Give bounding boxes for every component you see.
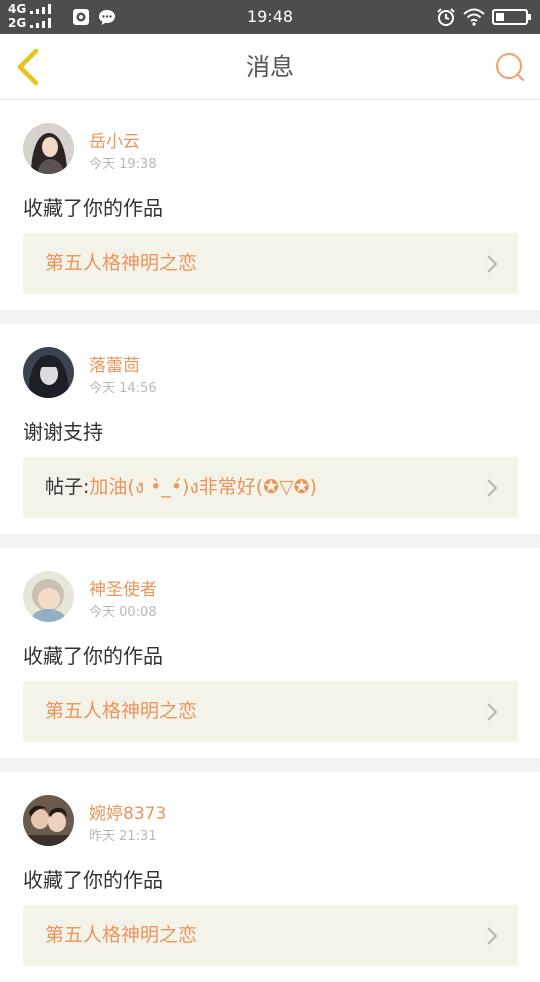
- message-time: 今天 19:38: [89, 157, 157, 172]
- message-action: 收藏了你的作品: [23, 868, 163, 892]
- chevron-right-icon: [487, 927, 498, 945]
- battery-icon: [492, 9, 531, 25]
- app-header: 消息: [0, 34, 540, 100]
- divider: [0, 534, 540, 548]
- search-icon[interactable]: [494, 51, 526, 83]
- message-card: 岳小云 今天 19:38 收藏了你的作品 第五人格神明之恋: [0, 100, 540, 310]
- linked-content[interactable]: 第五人格神明之恋: [23, 905, 518, 966]
- avatar[interactable]: [23, 795, 74, 846]
- linked-content-label: 第五人格神明之恋: [45, 924, 198, 946]
- message-card: 神圣使者 今天 00:08 收藏了你的作品 第五人格神明之恋: [0, 548, 540, 758]
- avatar[interactable]: [23, 347, 74, 398]
- user-name[interactable]: 神圣使者: [89, 575, 157, 600]
- status-time: 19:48: [246, 7, 294, 26]
- alarm-icon: [437, 8, 455, 26]
- linked-content[interactable]: 第五人格神明之恋: [23, 233, 518, 294]
- wifi-icon: [463, 8, 485, 26]
- avatar[interactable]: [23, 123, 74, 174]
- message-time: 今天 00:08: [89, 605, 157, 620]
- avatar[interactable]: [23, 571, 74, 622]
- message-time: 今天 14:56: [89, 381, 157, 396]
- chevron-right-icon: [487, 479, 498, 497]
- linked-content-label: 第五人格神明之恋: [45, 700, 198, 722]
- page-title: 消息: [246, 53, 294, 81]
- message-time: 昨天 21:31: [89, 829, 157, 844]
- message-action: 收藏了你的作品: [23, 644, 163, 668]
- message-action: 谢谢支持: [23, 420, 103, 444]
- linked-content-label: 第五人格神明之恋: [45, 252, 198, 274]
- divider: [0, 758, 540, 772]
- message-card: 落蕾茴 今天 14:56 谢谢支持 帖子:加油(ง •̀_•́)ง非常好(✪▽✪…: [0, 324, 540, 534]
- chevron-right-icon: [487, 255, 498, 273]
- user-name[interactable]: 婉婷8373: [89, 799, 166, 824]
- status-bar: 4G 2G 19:48: [0, 0, 540, 34]
- user-name[interactable]: 落蕾茴: [89, 351, 140, 376]
- linked-content[interactable]: 第五人格神明之恋: [23, 681, 518, 742]
- user-name[interactable]: 岳小云: [89, 127, 140, 152]
- message-feed: 岳小云 今天 19:38 收藏了你的作品 第五人格神明之恋 落蕾茴 今天 14:…: [0, 100, 540, 982]
- chevron-right-icon: [487, 703, 498, 721]
- linked-content-label: 帖子:加油(ง •̀_•́)ง非常好(✪▽✪): [45, 476, 318, 498]
- divider: [0, 310, 540, 324]
- linked-content[interactable]: 帖子:加油(ง •̀_•́)ง非常好(✪▽✪): [23, 457, 518, 518]
- message-action: 收藏了你的作品: [23, 196, 163, 220]
- message-card: 婉婷8373 昨天 21:31 收藏了你的作品 第五人格神明之恋: [0, 772, 540, 982]
